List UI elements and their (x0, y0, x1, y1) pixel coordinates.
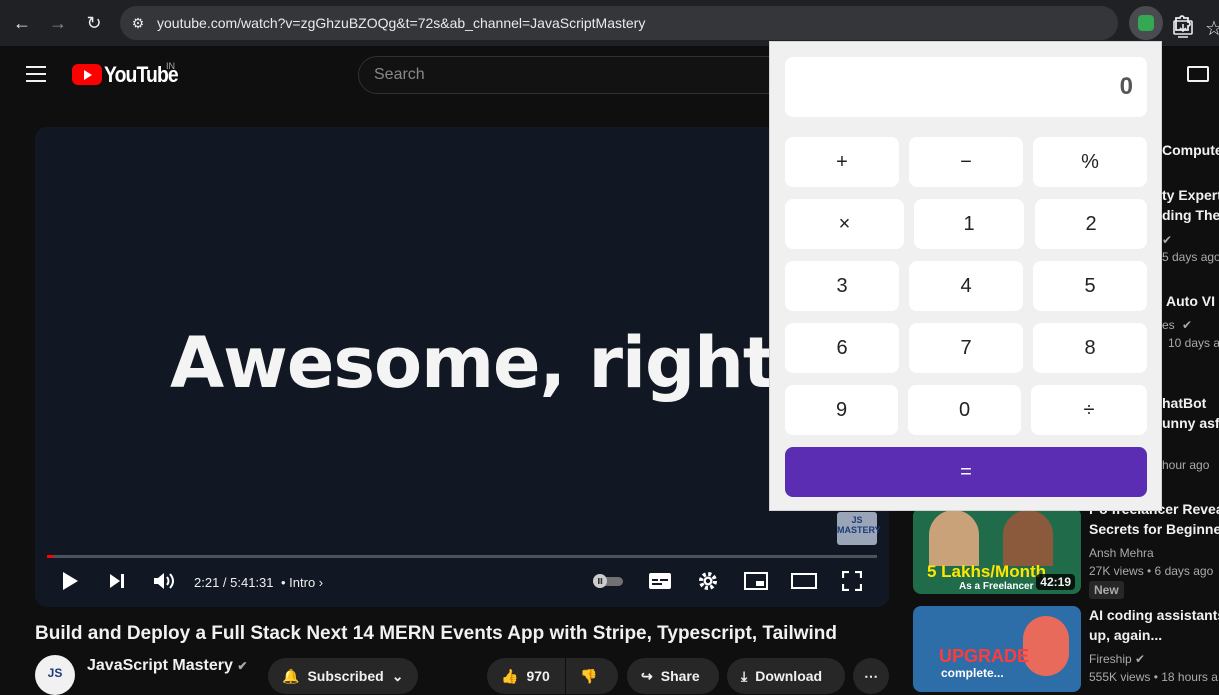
search-placeholder: Search (374, 66, 425, 83)
fullscreen-icon[interactable] (840, 570, 864, 592)
next-icon[interactable] (106, 570, 128, 592)
more-icon: ⋯ (864, 667, 878, 684)
url-text: youtube.com/watch?v=zgGhzuBZOQg&t=72s&ab… (157, 15, 646, 31)
channel-avatar[interactable]: JS (35, 655, 75, 695)
percent-button[interactable]: % (1033, 137, 1147, 187)
settings-gear-icon[interactable] (696, 570, 720, 592)
rec-title-fragment[interactable]: hatBot (1162, 393, 1206, 413)
rec-title-fragment[interactable]: unny asf (1162, 413, 1219, 433)
thumbnail-subtext: complete... (941, 666, 1004, 680)
chevron-down-icon: ⌄ (391, 667, 404, 684)
digit-4-button[interactable]: 4 (909, 261, 1023, 311)
digit-9-button[interactable]: 9 (785, 385, 898, 435)
verified-icon: ✔ (237, 659, 248, 673)
thumbs-down-icon: 👎 (580, 667, 598, 684)
channel-name[interactable]: Ansh Mehra (1089, 546, 1154, 560)
star-icon[interactable]: ☆ (1205, 16, 1219, 41)
duration-badge: 42:19 (1036, 574, 1075, 590)
address-bar[interactable]: ⚙ youtube.com/watch?v=zgGhzuBZOQg&t=72s&… (120, 6, 1219, 40)
bell-icon: 🔔 (282, 667, 300, 684)
rec-meta-fragment: hour ago (1162, 458, 1210, 472)
video-player[interactable]: Awesome, right? JS MASTERY 2:21 / 5:41:3… (35, 127, 889, 607)
like-button[interactable]: 👍 970 (487, 658, 565, 694)
rec-title-fragment[interactable]: ding Thes (1162, 205, 1219, 225)
site-info-icon[interactable]: ⚙ (128, 13, 148, 33)
video-thumbnail[interactable]: 5 Lakhs/Month As a Freelancer 42:19 (913, 508, 1081, 594)
share-icon: ↪ (641, 667, 653, 684)
video-meta: 27K views • 6 days ago (1089, 564, 1214, 578)
video-title: Build and Deploy a Full Stack Next 14 ME… (35, 623, 838, 644)
minus-button[interactable]: − (909, 137, 1023, 187)
video-thumbnail[interactable]: UPGRADE complete... (913, 606, 1081, 692)
channel-watermark: JS MASTERY (837, 512, 881, 545)
thumbnail-text: 5 Lakhs/Month (927, 562, 1047, 581)
autoplay-toggle[interactable] (591, 570, 625, 592)
extension-icon[interactable] (1129, 6, 1163, 40)
plus-button[interactable]: + (785, 137, 899, 187)
more-actions-button[interactable]: ⋯ (853, 658, 889, 694)
rec-title-fragment[interactable]: ty Expert (1162, 185, 1219, 205)
youtube-logo-icon[interactable] (72, 64, 102, 85)
video-title[interactable]: up, again... (1089, 625, 1162, 645)
search-input[interactable]: Search (358, 56, 788, 94)
puzzle-icon[interactable] (1171, 11, 1195, 35)
theater-mode-icon[interactable] (791, 570, 817, 592)
equals-button[interactable]: = (785, 447, 1147, 497)
browser-toolbar: ← → ↻ ⚙ youtube.com/watch?v=zgGhzuBZOQg&… (0, 0, 1219, 46)
back-icon[interactable]: ← (10, 11, 34, 35)
video-meta: 555K views • 18 hours a (1089, 670, 1218, 684)
digit-0-button[interactable]: 0 (908, 385, 1021, 435)
digit-7-button[interactable]: 7 (909, 323, 1023, 373)
chip-label[interactable]: Compute (1162, 140, 1219, 160)
rec-title-fragment[interactable]: Secrets for Beginners (1089, 519, 1219, 539)
video-frame-text: Awesome, right? (170, 322, 816, 404)
new-badge: New (1089, 581, 1124, 599)
digit-6-button[interactable]: 6 (785, 323, 899, 373)
thumbnail-text: UPGRADE (939, 646, 1030, 666)
region-label: IN (166, 61, 175, 71)
verified-icon: ✔ (1162, 233, 1173, 247)
calculator-display: 0 (785, 57, 1147, 117)
verified-icon: ✔ (1182, 318, 1193, 332)
digit-2-button[interactable]: 2 (1035, 199, 1147, 249)
volume-icon[interactable] (152, 570, 176, 592)
rec-meta-fragment: 5 days ago (1162, 250, 1219, 264)
miniplayer-icon[interactable] (743, 570, 769, 592)
digit-1-button[interactable]: 1 (914, 199, 1024, 249)
chapter-button[interactable]: • Intro › (281, 575, 323, 590)
time-display: 2:21 / 5:41:31 (194, 575, 274, 590)
digit-5-button[interactable]: 5 (1033, 261, 1147, 311)
progress-fill (47, 555, 53, 558)
thumbs-up-icon: 👍 (501, 667, 519, 684)
menu-icon[interactable] (26, 66, 46, 82)
create-video-icon[interactable] (1187, 66, 1209, 82)
progress-bar[interactable] (47, 555, 877, 558)
digit-3-button[interactable]: 3 (785, 261, 899, 311)
download-icon: ⤓ (741, 667, 748, 684)
share-button[interactable]: ↪ Share (627, 658, 719, 694)
channel-name[interactable]: JavaScript Mastery ✔ (87, 657, 247, 675)
subscribed-button[interactable]: 🔔 Subscribed ⌄ (268, 658, 418, 694)
thumbnail-subtext: As a Freelancer (959, 581, 1034, 592)
video-title[interactable]: AI coding assistants (1089, 605, 1219, 625)
download-button[interactable]: ⤓ Download (727, 658, 845, 694)
digit-8-button[interactable]: 8 (1033, 323, 1147, 373)
rec-title-fragment[interactable]: Auto VI T (1166, 291, 1219, 311)
rec-meta-fragment: 10 days a (1168, 336, 1219, 350)
calculator-popup: 0 + − % × 1 2 3 4 5 6 7 8 9 0 ÷ = (769, 41, 1162, 511)
dislike-button[interactable]: 👎 (566, 658, 618, 694)
rec-meta-fragment: es (1162, 318, 1175, 332)
channel-name[interactable]: Fireship ✔ (1089, 652, 1145, 666)
forward-icon[interactable]: → (46, 11, 70, 35)
divide-button[interactable]: ÷ (1031, 385, 1147, 435)
multiply-button[interactable]: × (785, 199, 904, 249)
display-value: 0 (1119, 73, 1133, 100)
reload-icon[interactable]: ↻ (82, 11, 106, 35)
play-icon[interactable] (59, 570, 81, 592)
subtitles-icon[interactable] (648, 570, 672, 592)
